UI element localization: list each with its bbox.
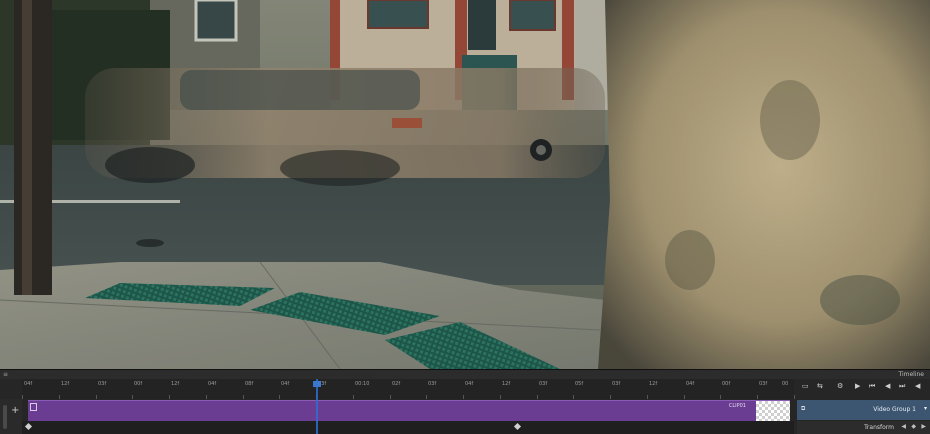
ruler-tick-mark [22,395,23,399]
ruler-tick-label: 00:10 [355,381,370,387]
render-icon[interactable]: ▭ [802,382,809,391]
step-back-icon[interactable]: ◀ [885,382,890,391]
ruler-tick-mark [757,395,758,399]
ruler-tick-mark [279,395,280,399]
ruler-tick-label: 03f [428,381,437,387]
add-track-icon[interactable]: + [11,405,19,416]
keyframe-marker[interactable] [513,422,522,431]
ruler-tick-label: 04f [208,381,217,387]
transition-toggle-icon[interactable]: ⇆ [817,382,823,391]
ruler-tick-mark [794,395,795,399]
panel-title: Timeline [898,371,924,378]
video-frame [0,0,930,369]
panel-menu-icon[interactable]: ≡ [3,371,8,378]
ruler-tick-label: 03f [98,381,107,387]
ruler-tick-label: 00f [134,381,143,387]
ruler-tick-mark [132,395,133,399]
ruler-tick-mark [59,395,60,399]
keyframe-marker[interactable] [24,422,33,431]
transform-label: Transform [864,424,894,431]
ruler-tick-mark [96,395,97,399]
track-dropdown-icon[interactable]: ▾ [924,405,927,412]
video-canvas [0,0,930,369]
clip-type-icon [30,403,37,411]
panel-titlebar: ≡ Timeline [0,370,930,379]
time-ruler[interactable]: 04f 12f 03f 00f 12f 04f 08f 04f 03f 00:10 02f 03f 04… [22,379,795,399]
keyframe-add-icon[interactable]: ◆ [911,423,916,430]
playhead[interactable] [313,379,321,434]
audio-mute-icon[interactable]: ◀ [915,382,920,391]
ruler-tick-mark [169,395,170,399]
track-link-icon[interactable]: ⧉ [801,405,805,413]
transform-property-row: Transform ◀ ◆ ▶ [797,421,930,434]
ruler-tick-mark [206,395,207,399]
timeline-left-strip: + [0,399,22,434]
ruler-tick-label: 05f [575,381,584,387]
playhead-handle[interactable] [313,381,321,387]
ruler-tick-label: 03f [612,381,621,387]
ruler-tick-label: 00 [782,381,789,387]
skip-start-icon[interactable]: ⏮ [869,382,875,391]
vertical-scrollbar[interactable] [3,405,7,429]
playback-controls: ▭ ⇆ ⚙ ▶ ⏮ ◀ ⏭ ◀ [797,380,930,398]
ruler-tick-mark [353,395,354,399]
play-button-icon[interactable]: ▶ [855,382,860,391]
ruler-tick-mark [426,395,427,399]
ruler-tick-label: 12f [61,381,70,387]
ruler-tick-label: 12f [649,381,658,387]
track-name: Video Group 1 [873,406,916,413]
ruler-tick-label: 04f [686,381,695,387]
timeline-panel: ≡ Timeline 04f 12f 03f 00f 12f 04f 08f 04f 03f 00… [0,369,930,434]
ruler-tick-label: 03f [759,381,768,387]
ruler-tick-mark [243,395,244,399]
ruler-tick-label: 12f [171,381,180,387]
ruler-tick-label: 00f [722,381,731,387]
clip-label: CLIP01 [728,403,746,409]
keyframe-lane[interactable] [22,421,794,434]
ruler-tick-mark [647,395,648,399]
skip-end-icon[interactable]: ⏭ [899,382,905,391]
ruler-tick-label: 12f [502,381,511,387]
ruler-tick-label: 04f [465,381,474,387]
ruler-tick-mark [610,395,611,399]
settings-gear-icon[interactable]: ⚙ [837,382,843,391]
keyframe-next-icon[interactable]: ▶ [921,423,926,430]
ruler-tick-mark [684,395,685,399]
ruler-tick-mark [463,395,464,399]
ruler-tick-mark [720,395,721,399]
ruler-tick-label: 08f [245,381,254,387]
video-clip[interactable]: CLIP01 [28,400,790,421]
clip-thumbnail [756,401,790,421]
ruler-tick-mark [537,395,538,399]
ruler-tick-mark [500,395,501,399]
ruler-tick-label: 04f [24,381,33,387]
keyframe-prev-icon[interactable]: ◀ [901,423,906,430]
track-header-video-group[interactable]: ⧉ Video Group 1 ▾ [797,400,930,420]
ruler-tick-label: 02f [392,381,401,387]
ruler-tick-label: 03f [539,381,548,387]
ruler-tick-label: 04f [281,381,290,387]
ruler-tick-mark [573,395,574,399]
ruler-tick-mark [390,395,391,399]
